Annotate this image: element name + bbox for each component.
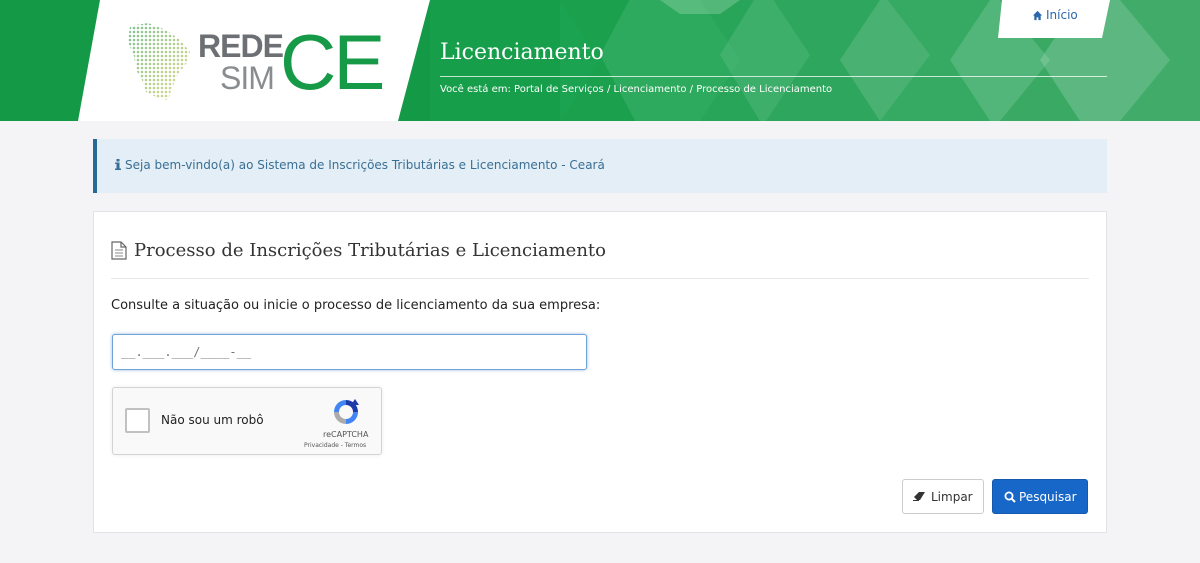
recaptcha-terms[interactable]: Privacidade - Termos — [304, 442, 366, 449]
cnpj-input[interactable] — [112, 334, 587, 370]
welcome-alert-text: Seja bem-vindo(a) ao Sistema de Inscriçõ… — [125, 158, 605, 172]
site-header: REDE SIM CE Licenciamento Você está em: … — [0, 0, 1200, 121]
clear-button[interactable]: Limpar — [902, 479, 984, 514]
redesim-logo[interactable]: REDE SIM CE — [128, 22, 385, 102]
search-icon — [1004, 491, 1016, 503]
form-prompt: Consulte a situação ou inicie o processo… — [111, 298, 601, 313]
info-icon — [115, 159, 121, 170]
logo-sim-text: SIM — [220, 60, 275, 96]
search-button-label: Pesquisar — [1019, 490, 1077, 504]
recaptcha-logo-icon — [334, 399, 359, 424]
logo-ce-text: CE — [280, 18, 385, 106]
recaptcha-checkbox[interactable] — [125, 408, 150, 433]
eraser-icon — [913, 492, 925, 501]
welcome-alert: Seja bem-vindo(a) ao Sistema de Inscriçõ… — [93, 139, 1107, 193]
home-icon — [1032, 10, 1043, 21]
document-icon — [111, 241, 127, 260]
home-label: Início — [1046, 8, 1078, 22]
recaptcha-label: Não sou um robô — [161, 413, 264, 427]
breadcrumb[interactable]: Você está em: Portal de Serviços / Licen… — [440, 84, 832, 95]
title-divider — [440, 76, 1107, 77]
ceara-map-icon — [128, 23, 190, 100]
search-button[interactable]: Pesquisar — [992, 479, 1088, 514]
recaptcha-brand: reCAPTCHA — [323, 430, 369, 439]
welcome-alert-row: Seja bem-vindo(a) ao Sistema de Inscriçõ… — [115, 158, 605, 172]
home-button[interactable]: Início — [998, 0, 1110, 38]
form-title: Processo de Inscrições Tributárias e Lic… — [134, 240, 606, 261]
page-title: Licenciamento — [440, 40, 604, 65]
clear-button-label: Limpar — [931, 490, 973, 504]
logo-rede-text: REDE — [198, 28, 284, 64]
form-title-divider — [111, 278, 1089, 279]
recaptcha-widget: Não sou um robô reCAPTCHA Privacidade - … — [112, 387, 382, 455]
licensing-form-card: Processo de Inscrições Tributárias e Lic… — [93, 211, 1107, 533]
